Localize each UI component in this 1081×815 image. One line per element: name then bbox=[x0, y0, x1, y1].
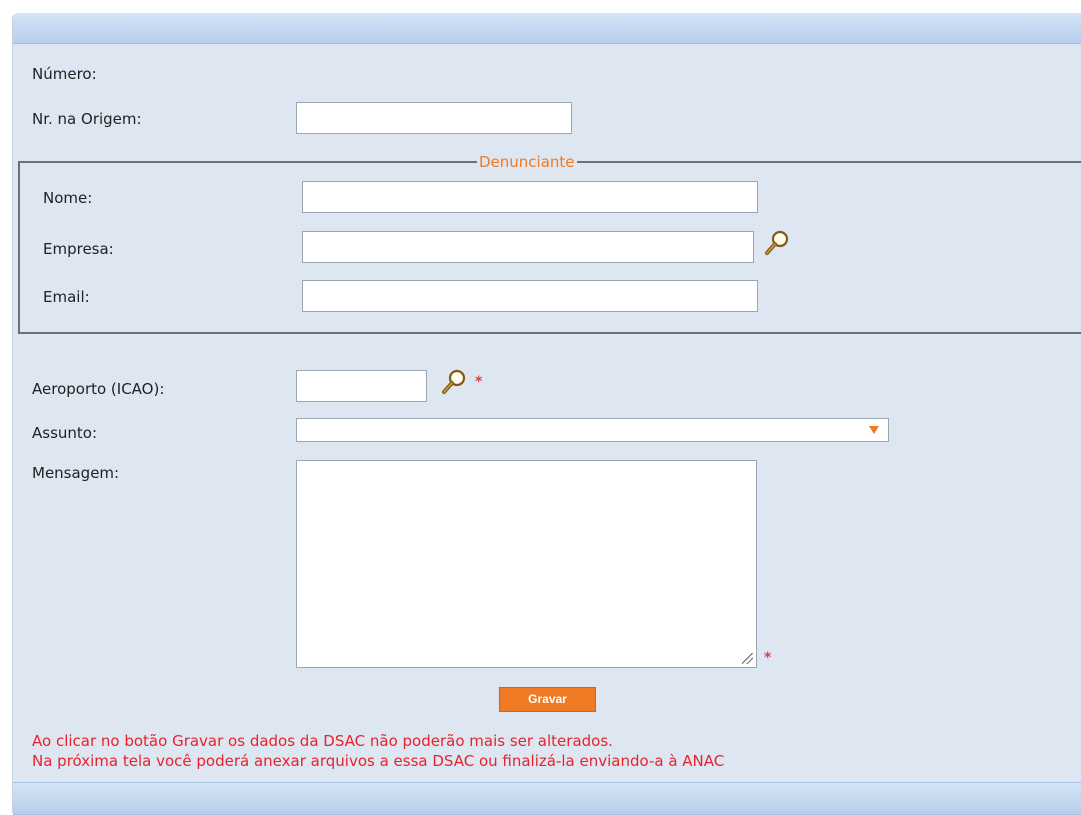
empresa-input[interactable] bbox=[302, 231, 754, 263]
empresa-label: Empresa: bbox=[43, 240, 114, 258]
resize-handle-icon[interactable] bbox=[742, 653, 753, 664]
origem-input[interactable] bbox=[296, 102, 572, 134]
aeroporto-input[interactable] bbox=[296, 370, 427, 402]
email-label: Email: bbox=[43, 288, 90, 306]
denunciante-legend: Denunciante bbox=[479, 153, 575, 171]
mensagem-textarea[interactable] bbox=[296, 460, 757, 668]
empresa-search-icon[interactable] bbox=[764, 228, 792, 256]
origem-label: Nr. na Origem: bbox=[32, 110, 142, 128]
warning-line-2: Na próxima tela você poderá anexar arqui… bbox=[32, 752, 725, 770]
assunto-select[interactable] bbox=[296, 418, 889, 442]
aeroporto-search-icon[interactable] bbox=[441, 367, 469, 395]
aeroporto-label: Aeroporto (ICAO): bbox=[32, 380, 165, 398]
aeroporto-required-mark: * bbox=[475, 374, 483, 390]
assunto-label: Assunto: bbox=[32, 424, 98, 442]
dropdown-arrow-icon[interactable] bbox=[869, 426, 879, 434]
warning-line-1: Ao clicar no botão Gravar os dados da DS… bbox=[32, 732, 613, 750]
email-input[interactable] bbox=[302, 280, 758, 312]
gravar-button[interactable]: Gravar bbox=[499, 687, 596, 712]
mensagem-label: Mensagem: bbox=[32, 464, 120, 482]
nome-label: Nome: bbox=[43, 189, 93, 207]
form-panel: Número: Nr. na Origem: Denunciante Nome:… bbox=[12, 13, 1081, 815]
numero-label: Número: bbox=[32, 65, 97, 83]
footer-band bbox=[13, 782, 1081, 815]
nome-input[interactable] bbox=[302, 181, 758, 213]
mensagem-required-mark: * bbox=[764, 650, 772, 666]
header-band bbox=[13, 13, 1081, 44]
